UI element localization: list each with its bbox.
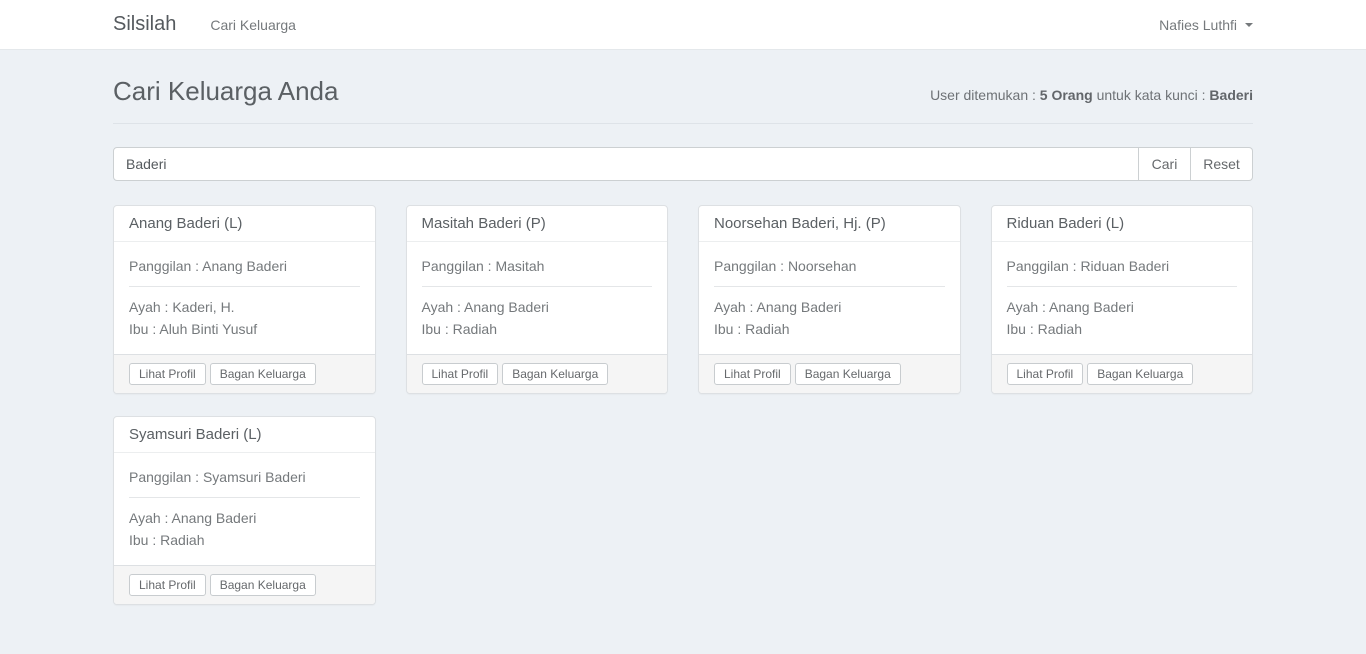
divider xyxy=(1007,286,1238,287)
divider xyxy=(129,497,360,498)
person-card-footer: Lihat Profil Bagan Keluarga xyxy=(407,354,668,393)
person-mother: Ibu : Radiah xyxy=(1007,318,1238,340)
top-navbar: Silsilah Cari Keluarga Nafies Luthfi xyxy=(0,0,1366,50)
lihat-profil-button[interactable]: Lihat Profil xyxy=(129,363,206,385)
person-card-footer: Lihat Profil Bagan Keluarga xyxy=(114,565,375,604)
result-summary: User ditemukan : 5 Orang untuk kata kunc… xyxy=(930,87,1253,103)
lihat-profil-button[interactable]: Lihat Profil xyxy=(129,574,206,596)
person-card: Syamsuri Baderi (L) Panggilan : Syamsuri… xyxy=(113,416,376,605)
person-nickname: Panggilan : Masitah xyxy=(422,255,653,277)
lihat-profil-button[interactable]: Lihat Profil xyxy=(1007,363,1084,385)
person-card-footer: Lihat Profil Bagan Keluarga xyxy=(699,354,960,393)
person-card-footer: Lihat Profil Bagan Keluarga xyxy=(114,354,375,393)
person-card-body: Panggilan : Noorsehan Ayah : Anang Bader… xyxy=(699,242,960,354)
person-mother: Ibu : Radiah xyxy=(714,318,945,340)
person-card: Anang Baderi (L) Panggilan : Anang Bader… xyxy=(113,205,376,394)
person-father: Ayah : Anang Baderi xyxy=(714,296,945,318)
reset-button[interactable]: Reset xyxy=(1191,147,1253,181)
cari-button[interactable]: Cari xyxy=(1139,147,1191,181)
bagan-keluarga-button[interactable]: Bagan Keluarga xyxy=(210,574,316,596)
search-form: Cari Reset xyxy=(113,147,1253,181)
results-grid: Anang Baderi (L) Panggilan : Anang Bader… xyxy=(113,205,1253,605)
person-mother: Ibu : Radiah xyxy=(129,529,360,551)
result-keyword: Baderi xyxy=(1209,87,1253,103)
person-card-title: Masitah Baderi (P) xyxy=(407,206,668,242)
person-father: Ayah : Anang Baderi xyxy=(1007,296,1238,318)
result-prefix: User ditemukan : xyxy=(930,87,1040,103)
bagan-keluarga-button[interactable]: Bagan Keluarga xyxy=(1087,363,1193,385)
divider xyxy=(422,286,653,287)
person-card: Masitah Baderi (P) Panggilan : Masitah A… xyxy=(406,205,669,394)
person-card: Noorsehan Baderi, Hj. (P) Panggilan : No… xyxy=(698,205,961,394)
bagan-keluarga-button[interactable]: Bagan Keluarga xyxy=(210,363,316,385)
person-card-body: Panggilan : Syamsuri Baderi Ayah : Anang… xyxy=(114,453,375,565)
search-input[interactable] xyxy=(113,147,1139,181)
bagan-keluarga-button[interactable]: Bagan Keluarga xyxy=(795,363,901,385)
result-middle: untuk kata kunci : xyxy=(1093,87,1210,103)
main-content: Cari Keluarga Anda User ditemukan : 5 Or… xyxy=(113,50,1253,605)
person-card: Riduan Baderi (L) Panggilan : Riduan Bad… xyxy=(991,205,1254,394)
person-card-title: Riduan Baderi (L) xyxy=(992,206,1253,242)
result-count: 5 Orang xyxy=(1040,87,1093,103)
user-menu-dropdown[interactable]: Nafies Luthfi xyxy=(1159,17,1253,33)
person-card-body: Panggilan : Anang Baderi Ayah : Kaderi, … xyxy=(114,242,375,354)
person-card-title: Noorsehan Baderi, Hj. (P) xyxy=(699,206,960,242)
divider xyxy=(129,286,360,287)
lihat-profil-button[interactable]: Lihat Profil xyxy=(422,363,499,385)
page-header: Cari Keluarga Anda User ditemukan : 5 Or… xyxy=(113,50,1253,124)
person-card-title: Syamsuri Baderi (L) xyxy=(114,417,375,453)
person-father: Ayah : Anang Baderi xyxy=(129,507,360,529)
lihat-profil-button[interactable]: Lihat Profil xyxy=(714,363,791,385)
divider xyxy=(714,286,945,287)
person-nickname: Panggilan : Noorsehan xyxy=(714,255,945,277)
brand-silsilah[interactable]: Silsilah xyxy=(113,13,176,36)
bagan-keluarga-button[interactable]: Bagan Keluarga xyxy=(502,363,608,385)
person-father: Ayah : Anang Baderi xyxy=(422,296,653,318)
person-father: Ayah : Kaderi, H. xyxy=(129,296,360,318)
person-nickname: Panggilan : Riduan Baderi xyxy=(1007,255,1238,277)
page-title: Cari Keluarga Anda xyxy=(113,76,338,107)
person-mother: Ibu : Radiah xyxy=(422,318,653,340)
person-nickname: Panggilan : Syamsuri Baderi xyxy=(129,466,360,488)
person-card-body: Panggilan : Riduan Baderi Ayah : Anang B… xyxy=(992,242,1253,354)
nav-item-cari-keluarga[interactable]: Cari Keluarga xyxy=(210,2,296,48)
caret-down-icon xyxy=(1245,23,1253,27)
person-card-title: Anang Baderi (L) xyxy=(114,206,375,242)
person-nickname: Panggilan : Anang Baderi xyxy=(129,255,360,277)
person-card-body: Panggilan : Masitah Ayah : Anang Baderi … xyxy=(407,242,668,354)
person-mother: Ibu : Aluh Binti Yusuf xyxy=(129,318,360,340)
user-menu-label: Nafies Luthfi xyxy=(1159,17,1237,33)
person-card-footer: Lihat Profil Bagan Keluarga xyxy=(992,354,1253,393)
